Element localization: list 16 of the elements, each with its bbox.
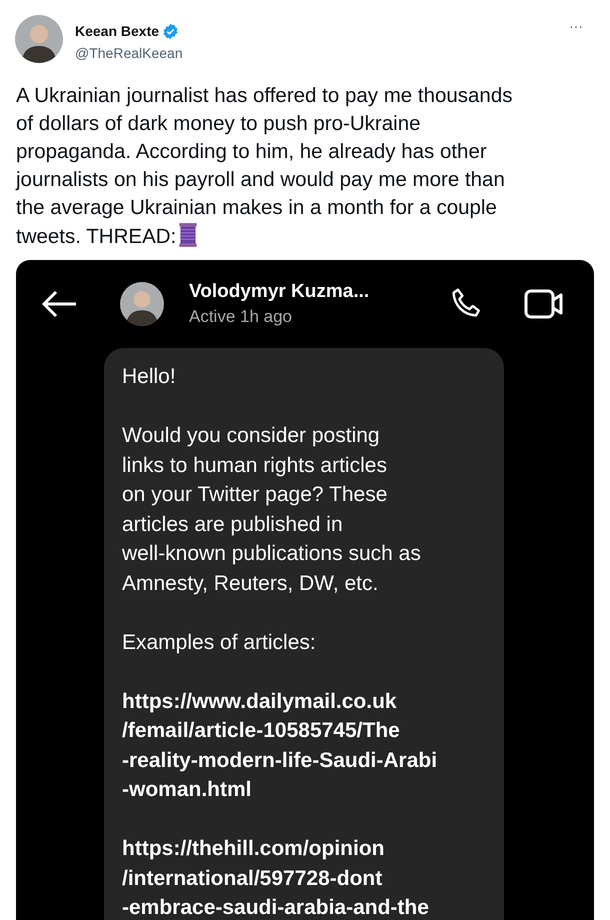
author-handle[interactable]: @TheRealKeean	[75, 43, 569, 64]
author-name[interactable]: Keean Bexte	[75, 21, 160, 42]
contact-name: Volodymyr Kuzma...	[189, 280, 370, 304]
message-link[interactable]: https://www.dailymail.co.uk /femail/article-10585745/The -reality-modern-life-Saudi-Arabi -woman.html	[122, 686, 438, 804]
contact-avatar	[120, 282, 164, 326]
more-button[interactable]: ···	[569, 19, 583, 33]
message-text: Examples of articles:	[122, 630, 316, 656]
message-text: Hello!	[122, 364, 176, 390]
message-text: Would you consider posting links to human rights articles on your Twitter page? These articles are published in well-known publications such as Amnesty, Reuters, DW, etc.	[122, 423, 421, 596]
video-camera-icon[interactable]	[524, 288, 564, 320]
message-link[interactable]: https://thehill.com/opinion /international/597728-dont -embrace-saudi-arabia-and-the	[122, 834, 429, 920]
thread-spool-icon	[177, 222, 200, 248]
tweet-text: A Ukrainian journalist has offered to pay me thousands of dollars of dark money to push pro-Ukraine propaganda. According to him, he already has other journalists on his payroll and would pay me more than the average Ukrainian makes in a month for a couple tweets. THREAD:	[14, 83, 514, 250]
contact-status: Active 1h ago	[189, 306, 294, 328]
author-avatar	[15, 15, 63, 63]
back-arrow-icon[interactable]	[42, 290, 78, 318]
